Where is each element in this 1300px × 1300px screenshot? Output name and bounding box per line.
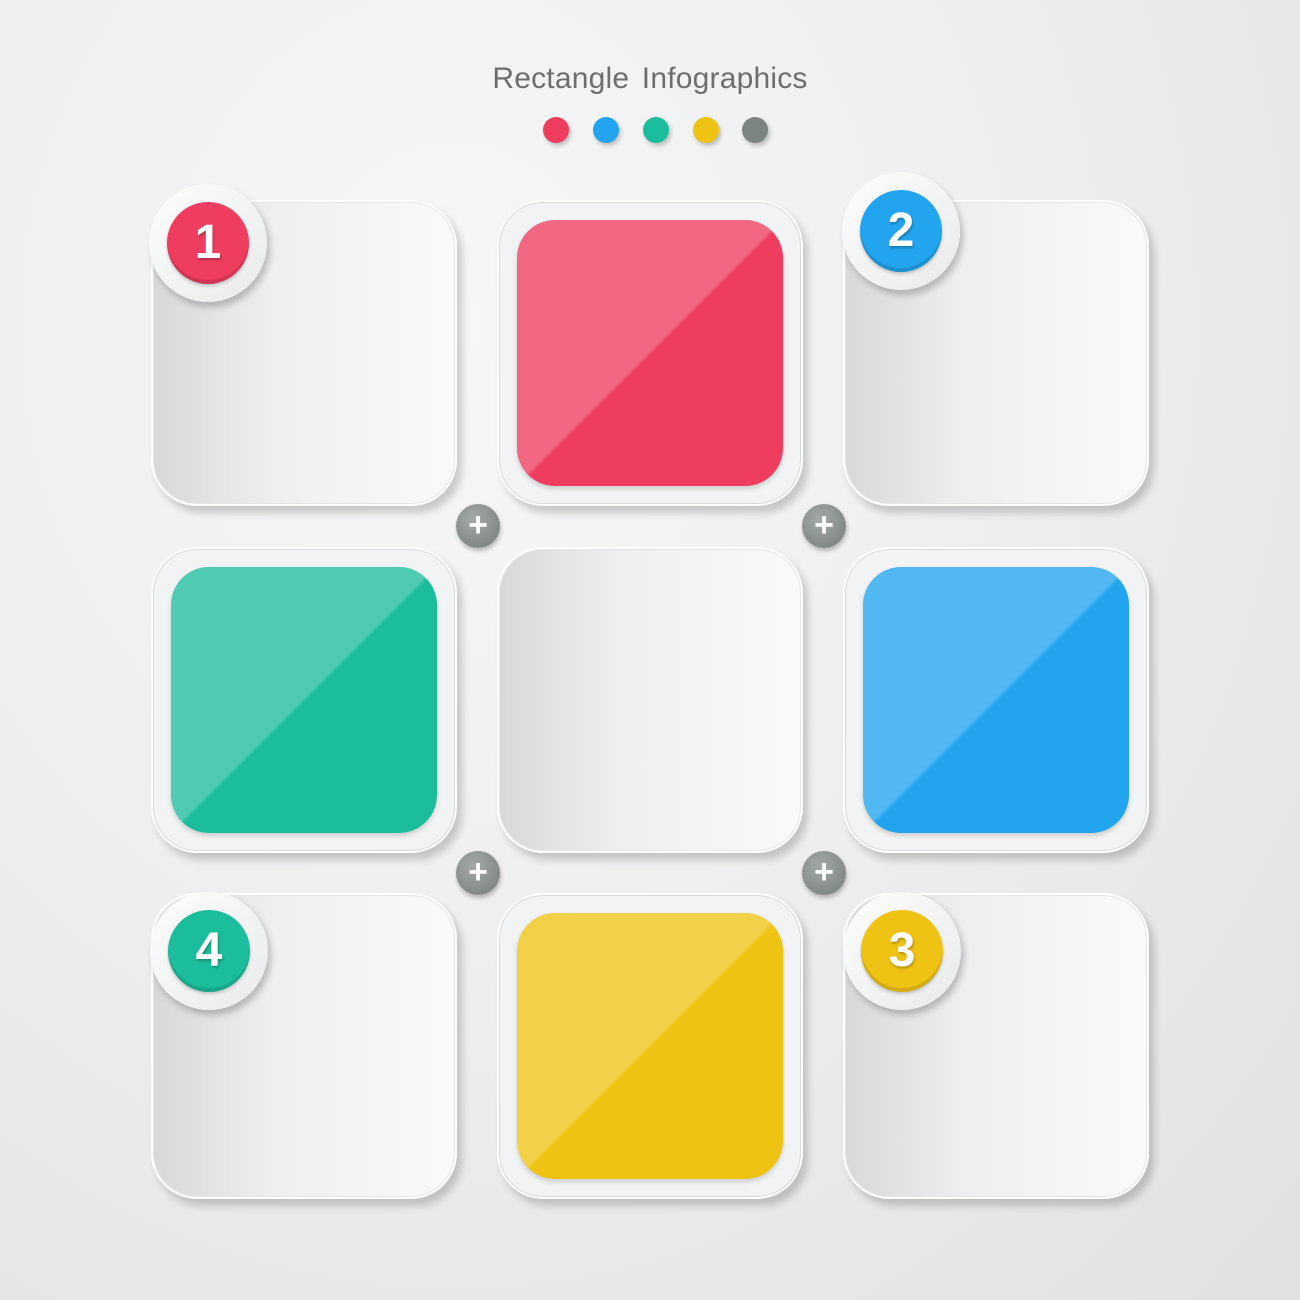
blue-panel bbox=[863, 567, 1129, 833]
red-panel bbox=[517, 220, 783, 486]
gray-dot bbox=[742, 117, 768, 143]
yellow-dot bbox=[693, 117, 719, 143]
badge-4-ring: 4 bbox=[150, 892, 268, 1010]
badge-1-ring: 1 bbox=[149, 184, 267, 302]
badge-3: 3 bbox=[861, 910, 943, 992]
tile-blue[interactable] bbox=[843, 547, 1149, 853]
plus-icon[interactable]: + bbox=[456, 504, 500, 548]
tile-center[interactable] bbox=[497, 547, 803, 853]
tile-green[interactable] bbox=[151, 547, 457, 853]
plus-icon[interactable]: + bbox=[802, 851, 846, 895]
tile-yellow[interactable] bbox=[497, 893, 803, 1199]
plus-icon[interactable]: + bbox=[456, 851, 500, 895]
badge-2: 2 bbox=[860, 190, 942, 272]
tile-red[interactable] bbox=[497, 200, 803, 506]
green-dot bbox=[643, 117, 669, 143]
infographic-title: Rectangle Infographics bbox=[492, 62, 808, 95]
blue-dot bbox=[593, 117, 619, 143]
badge-2-ring: 2 bbox=[842, 172, 960, 290]
badge-1: 1 bbox=[167, 202, 249, 284]
green-panel bbox=[171, 567, 437, 833]
badge-4: 4 bbox=[168, 910, 250, 992]
badge-3-ring: 3 bbox=[843, 892, 961, 1010]
yellow-panel bbox=[517, 913, 783, 1179]
plus-icon[interactable]: + bbox=[802, 504, 846, 548]
red-dot bbox=[543, 117, 569, 143]
